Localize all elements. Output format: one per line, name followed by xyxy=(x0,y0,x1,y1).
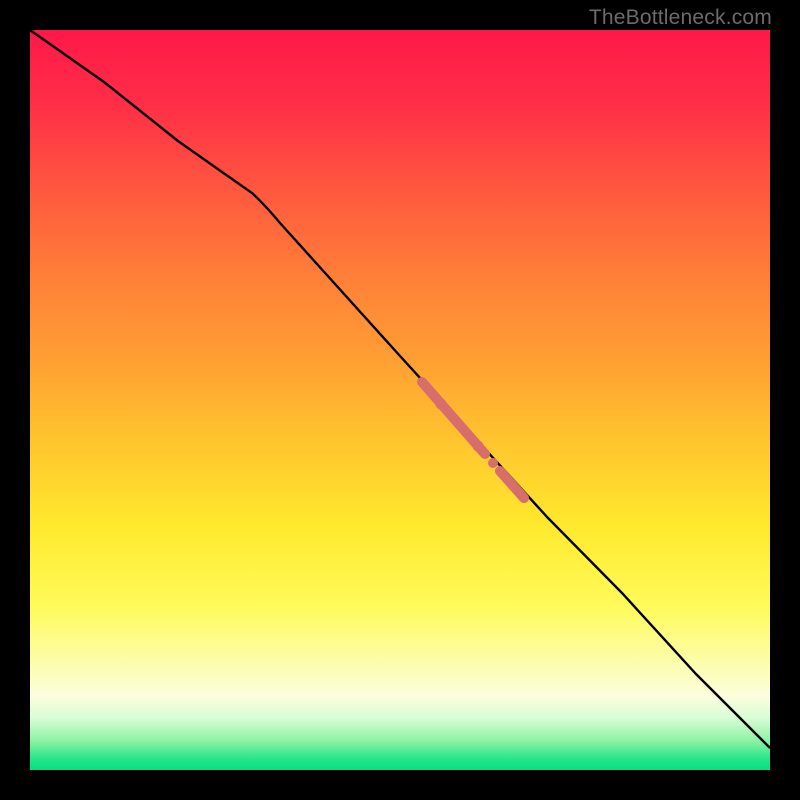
marker-dot-2 xyxy=(473,441,484,452)
chart-svg xyxy=(30,30,770,770)
watermark-text: TheBottleneck.com xyxy=(589,6,772,30)
marker-dot-3 xyxy=(488,458,498,468)
marker-dot-1 xyxy=(436,399,447,410)
chart-stage: TheBottleneck.com xyxy=(0,0,800,800)
plot-area xyxy=(30,30,770,770)
highlight-segment-2 xyxy=(500,471,524,498)
series-curve xyxy=(30,30,770,748)
